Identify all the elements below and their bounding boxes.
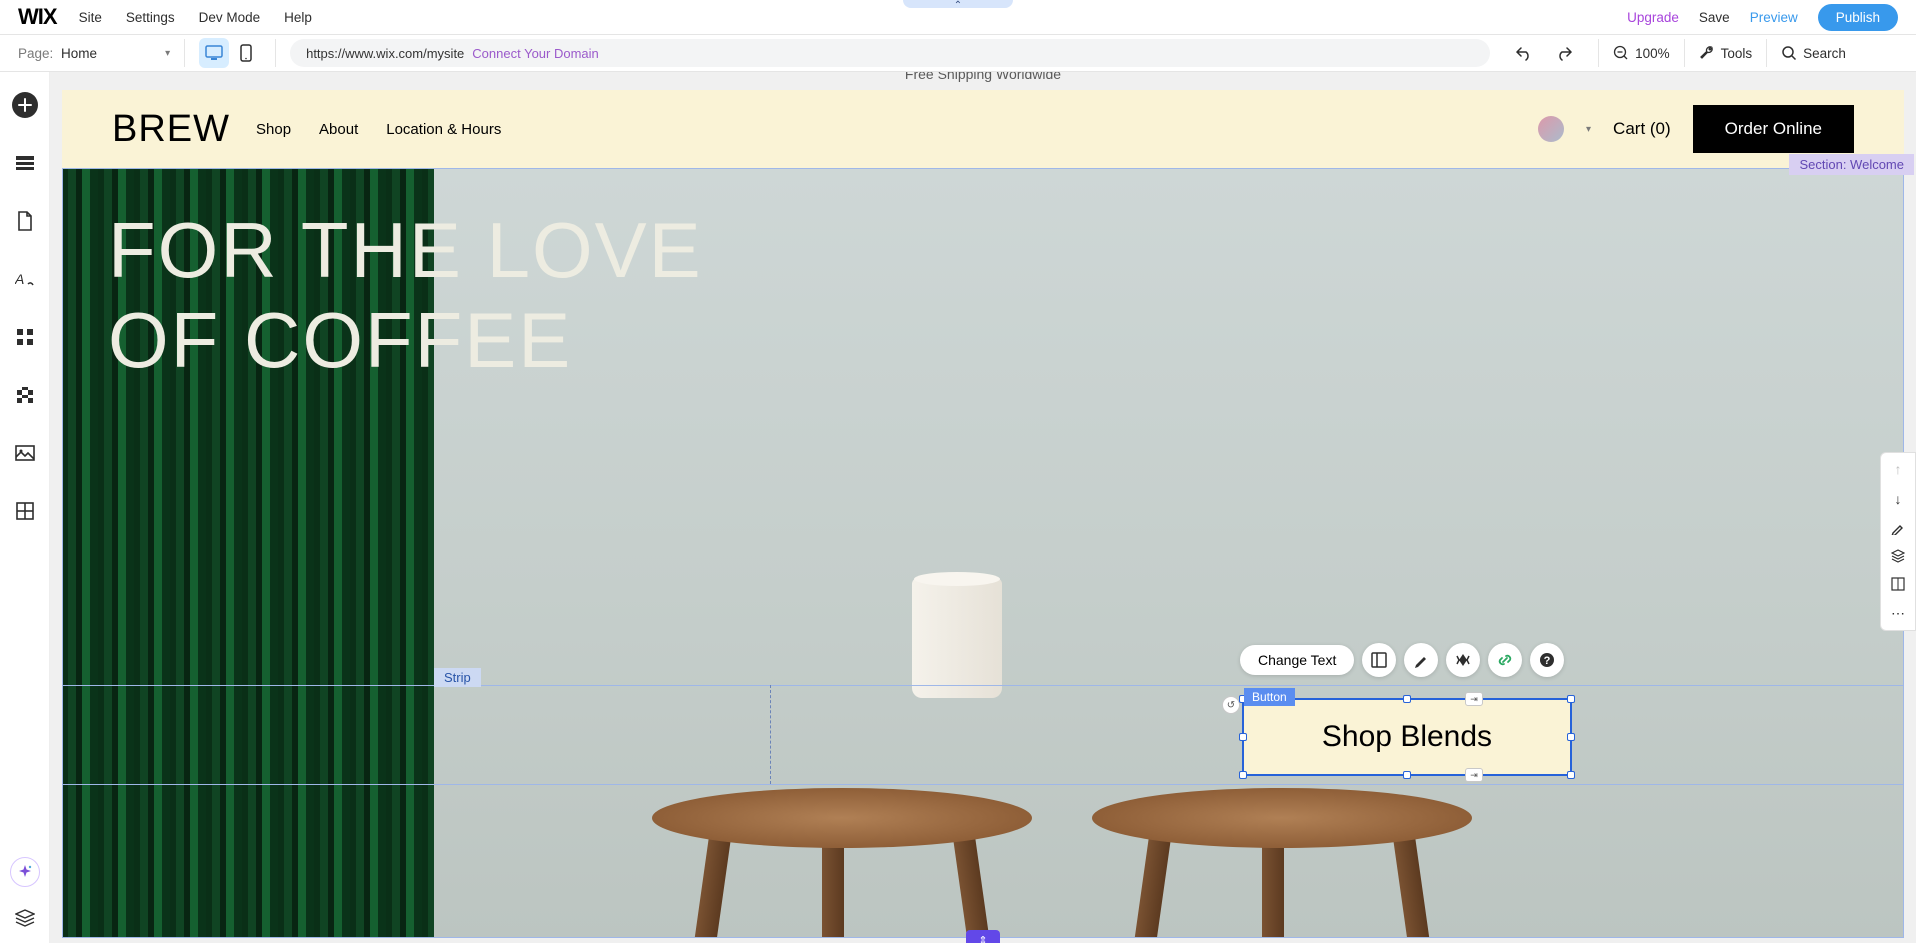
layers-stack-icon[interactable] — [1891, 549, 1905, 563]
site-url: https://www.wix.com/mysite — [306, 46, 464, 61]
zoom-out-icon — [1613, 45, 1629, 61]
more-icon[interactable]: ⋯ — [1891, 605, 1905, 622]
wrench-icon — [1699, 45, 1715, 61]
cart-link[interactable]: Cart (0) — [1613, 119, 1671, 139]
business-icon[interactable] — [12, 382, 38, 408]
divider — [184, 39, 185, 67]
hero-image-stool — [622, 728, 1062, 938]
menu-help[interactable]: Help — [284, 10, 312, 25]
zoom-value: 100% — [1635, 46, 1670, 61]
theme-icon[interactable]: A — [12, 266, 38, 292]
selected-button-element[interactable]: Shop Blends ↺ ⇥ ⇥ — [1242, 698, 1572, 776]
design-icon[interactable] — [1404, 643, 1438, 677]
svg-text:?: ? — [1544, 655, 1551, 667]
sections-icon[interactable] — [12, 150, 38, 176]
alignment-guide — [770, 685, 771, 784]
mobile-view-button[interactable] — [231, 38, 261, 68]
url-bar[interactable]: https://www.wix.com/mysite Connect Your … — [290, 39, 1490, 67]
undo-button[interactable] — [1504, 39, 1544, 67]
site-header[interactable]: BREW Shop About Location & Hours ▾ Cart … — [62, 90, 1904, 168]
resize-handle[interactable] — [1403, 695, 1411, 703]
nav-shop[interactable]: Shop — [256, 121, 291, 138]
divider — [275, 39, 276, 67]
link-icon[interactable] — [1488, 643, 1522, 677]
nav-about[interactable]: About — [319, 121, 358, 138]
hero-image-cup — [912, 578, 1002, 698]
section-label[interactable]: Section: Welcome — [1789, 154, 1914, 175]
desktop-view-button[interactable] — [199, 38, 229, 68]
collapse-top-icon[interactable]: ⌃ — [903, 0, 1013, 8]
right-floating-toolbar: ↑ ↓ ⋯ — [1880, 452, 1916, 631]
svg-text:A: A — [15, 271, 24, 287]
editor-canvas[interactable]: Free Shipping Worldwide BREW Shop About … — [50, 72, 1916, 943]
tools-button[interactable]: Tools — [1699, 45, 1753, 61]
hero-line1: FOR THE LOVE — [108, 206, 703, 296]
order-button[interactable]: Order Online — [1693, 105, 1854, 153]
chevron-down-icon: ▾ — [165, 48, 170, 59]
element-type-label[interactable]: Button — [1244, 688, 1295, 706]
layers-icon[interactable] — [12, 905, 38, 931]
hero-line2: OF COFFEE — [108, 296, 703, 386]
element-context-toolbar: Change Text ? — [1240, 643, 1564, 677]
shipping-banner: Free Shipping Worldwide — [62, 72, 1904, 86]
resize-handle[interactable] — [1239, 733, 1247, 741]
change-text-button[interactable]: Change Text — [1240, 645, 1354, 675]
resize-handle[interactable] — [1567, 771, 1575, 779]
nav-location[interactable]: Location & Hours — [386, 121, 501, 138]
redo-button[interactable] — [1544, 39, 1584, 67]
reset-icon[interactable]: ↺ — [1222, 696, 1240, 714]
section-resize-handle[interactable]: ⇕ — [966, 930, 1000, 943]
left-sidebar: A — [0, 72, 50, 943]
stretch-handle-icon[interactable]: ⇥ — [1465, 692, 1483, 706]
publish-button[interactable]: Publish — [1818, 4, 1898, 31]
search-icon — [1781, 45, 1797, 61]
page-dropdown[interactable]: Page: Home ▾ — [18, 46, 170, 61]
menu-devmode[interactable]: Dev Mode — [199, 10, 261, 25]
divider — [1598, 39, 1599, 67]
apps-icon[interactable] — [12, 324, 38, 350]
strip-label[interactable]: Strip — [434, 668, 481, 687]
hero-section[interactable]: FOR THE LOVE OF COFFEE — [62, 168, 1904, 938]
pages-icon[interactable] — [12, 208, 38, 234]
stretch-handle-icon[interactable]: ⇥ — [1465, 768, 1483, 782]
preview-button[interactable]: Preview — [1750, 10, 1798, 25]
add-element-button[interactable] — [12, 92, 38, 118]
media-icon[interactable] — [12, 440, 38, 466]
arrow-down-icon[interactable]: ↓ — [1895, 491, 1902, 507]
arrow-up-icon[interactable]: ↑ — [1895, 461, 1902, 477]
page-label: Page: — [18, 46, 53, 61]
search-button[interactable]: Search — [1781, 45, 1846, 61]
menu-settings[interactable]: Settings — [126, 10, 175, 25]
hero-heading[interactable]: FOR THE LOVE OF COFFEE — [108, 206, 703, 385]
divider — [1766, 39, 1767, 67]
ai-assistant-button[interactable] — [10, 857, 40, 887]
menu-site[interactable]: Site — [79, 10, 102, 25]
zoom-control[interactable]: 100% — [1613, 45, 1670, 61]
chevron-down-icon[interactable]: ▾ — [1586, 124, 1591, 135]
page-name: Home — [61, 46, 97, 61]
connect-domain-link[interactable]: Connect Your Domain — [472, 46, 598, 61]
resize-handle[interactable] — [1567, 733, 1575, 741]
upgrade-link[interactable]: Upgrade — [1627, 10, 1679, 25]
wix-logo: WIX — [18, 4, 57, 30]
site-brand[interactable]: BREW — [112, 108, 230, 151]
grid-icon[interactable] — [1891, 577, 1905, 591]
divider — [1684, 39, 1685, 67]
resize-handle[interactable] — [1239, 771, 1247, 779]
edit-icon[interactable] — [1891, 521, 1905, 535]
avatar-icon[interactable] — [1538, 116, 1564, 142]
resize-handle[interactable] — [1403, 771, 1411, 779]
button-text: Shop Blends — [1322, 720, 1492, 754]
resize-handle[interactable] — [1567, 695, 1575, 703]
layout-icon[interactable] — [1362, 643, 1396, 677]
save-button[interactable]: Save — [1699, 10, 1730, 25]
animation-icon[interactable] — [1446, 643, 1480, 677]
help-icon[interactable]: ? — [1530, 643, 1564, 677]
content-icon[interactable] — [12, 498, 38, 524]
